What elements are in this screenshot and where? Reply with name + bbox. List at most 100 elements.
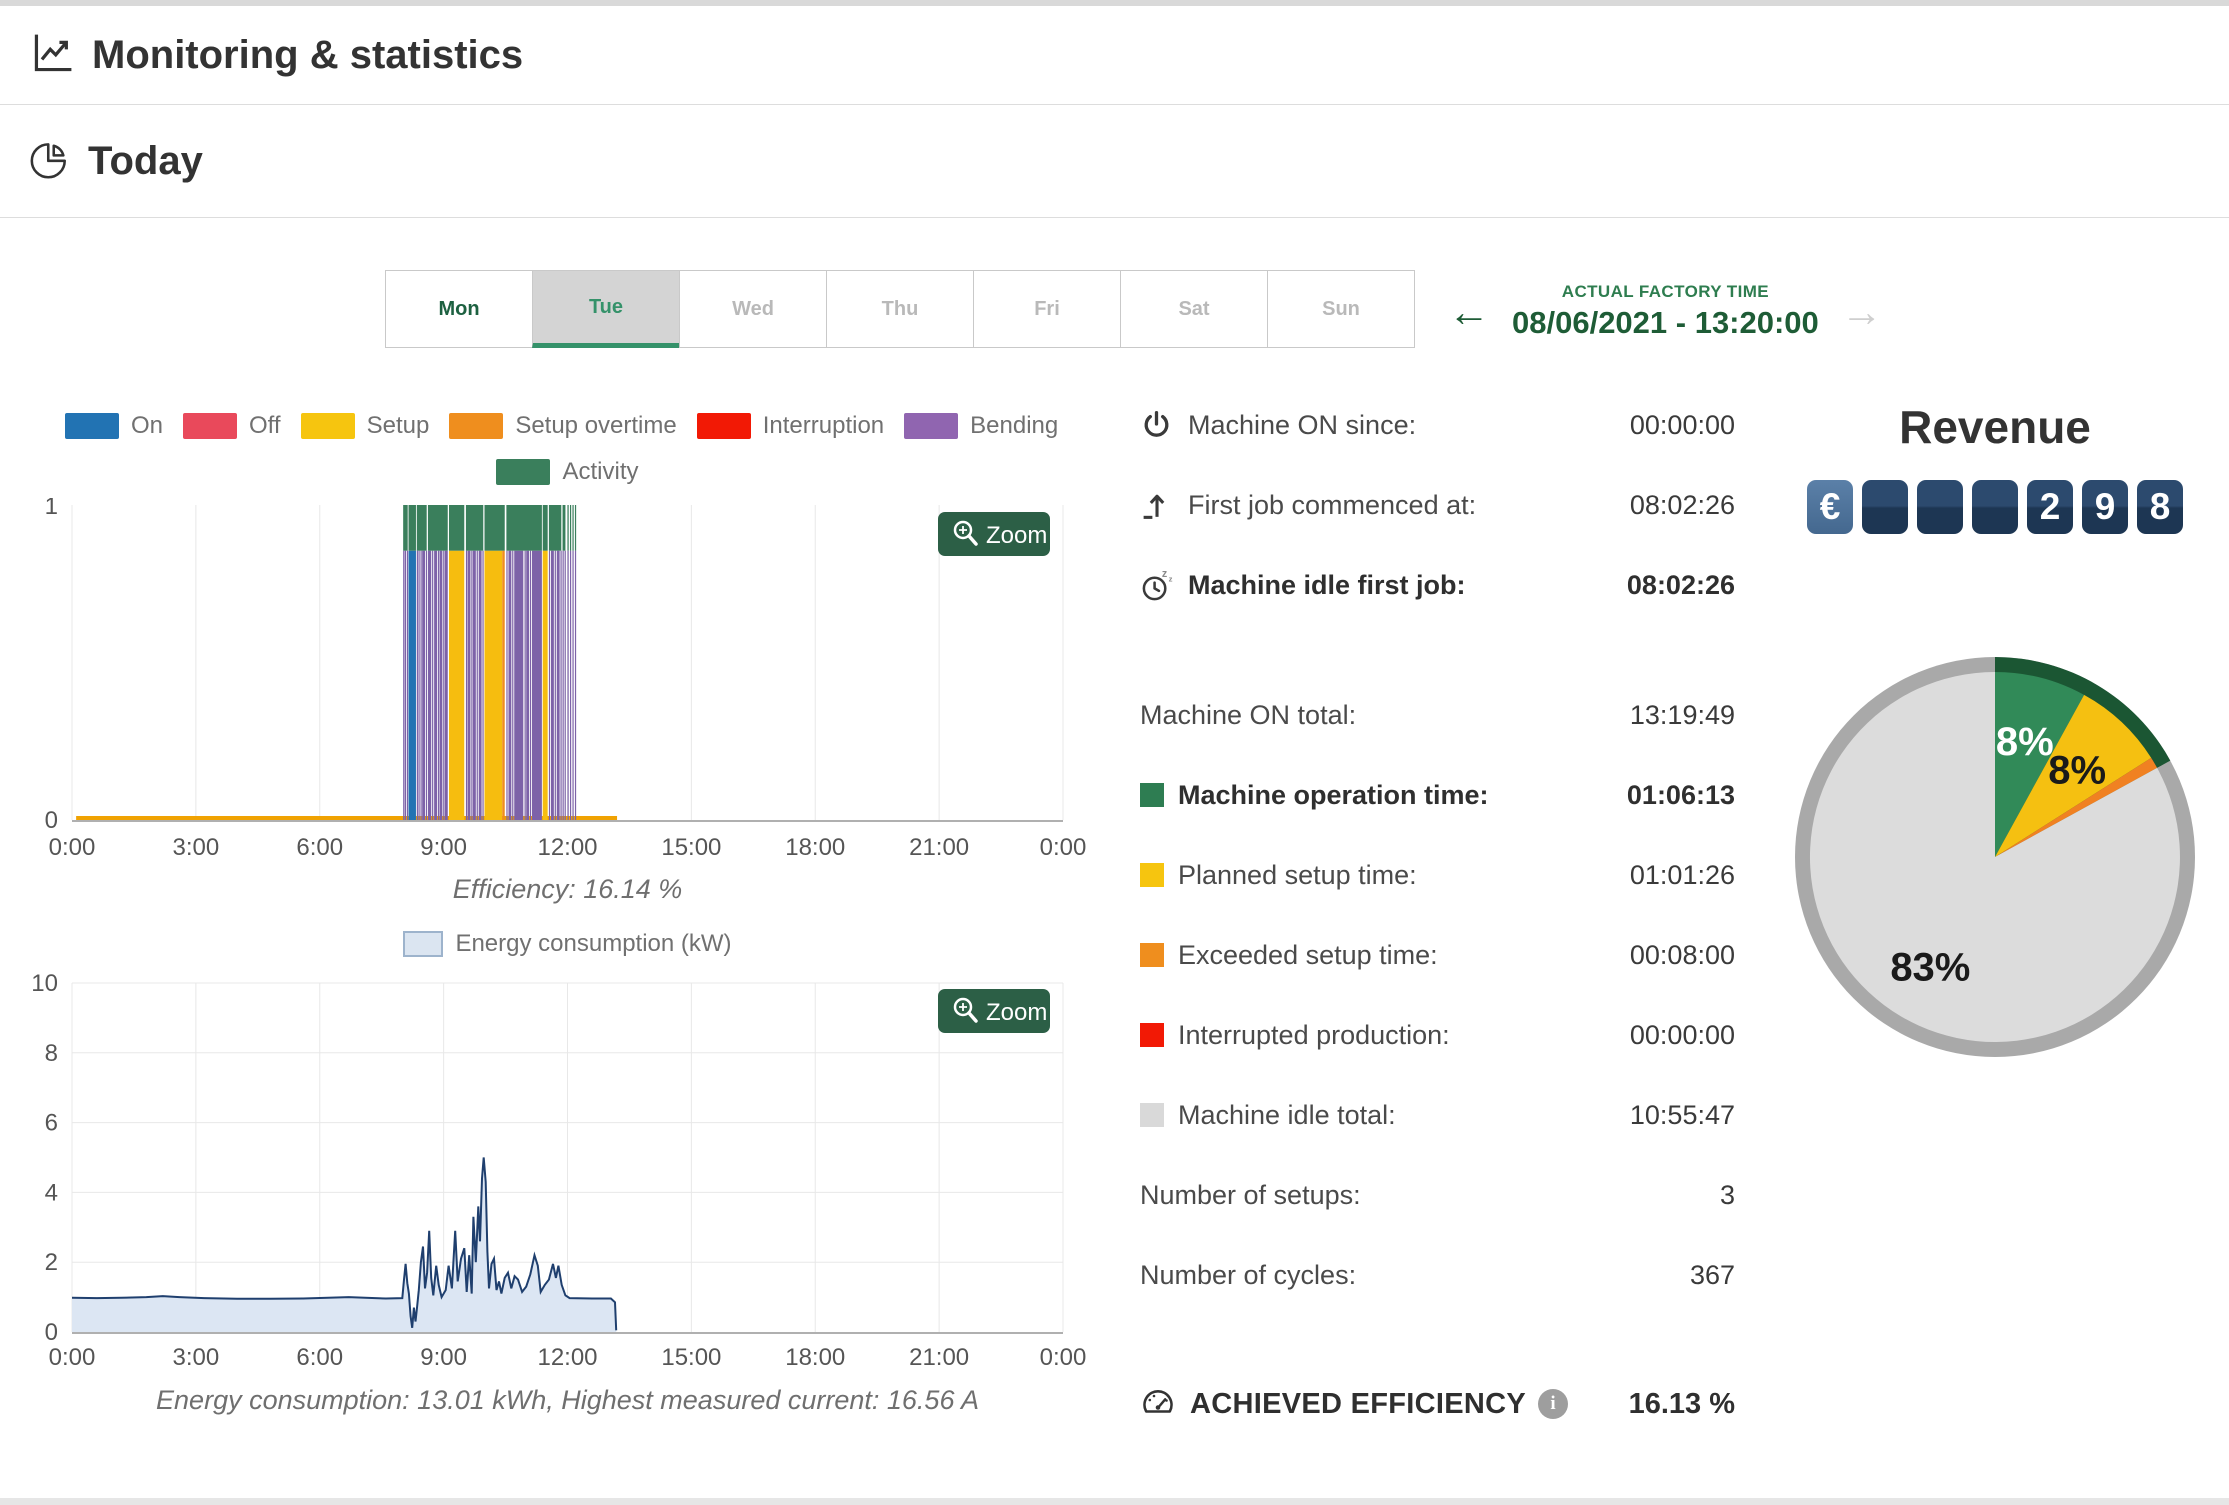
legend-on-chip [65,413,119,439]
prev-day-arrow[interactable]: ← [1448,290,1490,333]
stat-color-chip [1140,943,1164,967]
tab-fri[interactable]: Fri [973,270,1121,348]
legend-setup: Setup [300,412,429,440]
next-day-arrow[interactable]: → [1841,290,1883,333]
day-tabs: Mon Tue Wed Thu Fri Sat Sun [385,270,1415,348]
factory-time-value: 08/06/2021 - 13:20:00 [1512,305,1819,340]
legend-interruption-label: Interruption [762,412,885,439]
achieved-efficiency-value: 16.13 % [1628,1387,1735,1420]
zoom-button[interactable]: Zoom [938,989,1050,1033]
energy-legend-label: Energy consumption (kW) [455,930,732,957]
legend-on-label: On [131,412,164,439]
svg-text:Energy consumption: 13.01 kWh,: Energy consumption: 13.01 kWh, Highest m… [156,1385,979,1415]
stat-label: First job commenced at: [1188,489,1477,520]
stat-color-chip [1140,863,1164,887]
svg-text:1: 1 [45,498,58,520]
stat-value: 00:00:00 [1629,409,1735,440]
factory-time-text: ACTUAL FACTORY TIME 08/06/2021 - 13:20:0… [1512,282,1819,341]
stat-label: Machine ON total: [1140,699,1357,730]
svg-text:10: 10 [31,970,58,997]
svg-text:0: 0 [45,1319,58,1346]
stat-row-planned-setup-time: Planned setup time: 01:01:26 [1140,854,1735,896]
svg-text:2: 2 [45,1249,58,1276]
firstjob-icon [1140,489,1176,522]
tab-tue[interactable]: Tue [532,270,680,348]
power-icon [1140,409,1176,442]
svg-text:z: z [1162,568,1167,580]
stat-value: 08:02:26 [1626,569,1735,600]
svg-text:0:00: 0:00 [49,1344,96,1371]
revenue-digit-tile: 9 [2082,480,2128,534]
energy-legend-chip [403,931,444,957]
svg-text:8%: 8% [2048,749,2106,793]
today-section-header: Today [0,106,2229,218]
zoom-button[interactable]: Zoom [938,512,1050,556]
svg-text:6: 6 [45,1110,58,1137]
energy-legend: Energy consumption (kW) [72,930,1063,958]
idleclock-icon: zz [1140,568,1176,603]
stat-label: Number of cycles: [1140,1259,1357,1290]
stat-row-machine-on-total: Machine ON total: 13:19:49 [1140,694,1735,736]
stat-label: Number of setups: [1140,1179,1361,1210]
app-header: Monitoring & statistics [0,6,2229,105]
svg-text:8: 8 [45,1040,58,1067]
activity-top-band [403,505,577,551]
svg-text:Zoom: Zoom [986,522,1047,549]
revenue-digit-tile [1862,480,1908,534]
stat-value: 08:02:26 [1629,489,1735,520]
stat-label: Machine operation time: [1178,779,1489,810]
legend-bending-chip [904,413,959,439]
tab-sun[interactable]: Sun [1267,270,1415,348]
monitoring-dashboard: Monitoring & statistics Today Mon Tue Wed T… [0,0,2229,1505]
svg-text:0: 0 [45,807,58,834]
factory-time-label: ACTUAL FACTORY TIME [1561,282,1769,301]
stat-label: Machine ON since: [1188,409,1417,440]
legend-setup-overtime-chip [449,413,504,439]
stat-label: Machine idle first job: [1188,569,1466,600]
stat-color-chip [1140,1103,1164,1127]
stat-value: 13:19:49 [1629,699,1735,730]
revenue-digit-tile [1917,480,1963,534]
tab-mon[interactable]: Mon [385,270,533,348]
stat-value: 01:06:13 [1626,779,1735,810]
svg-text:3:00: 3:00 [173,834,220,861]
svg-text:0:00: 0:00 [49,834,96,861]
stat-value: 00:08:00 [1629,939,1735,970]
stat-row-first-job-commenced-at: First job commenced at: 08:02:26 [1140,484,1735,526]
svg-text:15:00: 15:00 [661,834,721,861]
info-icon[interactable]: i [1538,1389,1569,1419]
svg-text:9:00: 9:00 [420,834,467,861]
stat-row-machine-operation-time: Machine operation time: 01:06:13 [1140,774,1735,816]
achieved-efficiency-label: ACHIEVED EFFICIENCY [1190,1387,1527,1420]
line-chart-icon [30,30,76,81]
svg-text:12:00: 12:00 [537,834,597,861]
energy-area [72,1157,617,1332]
legend-off-label: Off [249,412,281,439]
pie-chart-icon [30,138,72,185]
stat-value: 00:00:00 [1629,1019,1735,1050]
tab-wed[interactable]: Wed [679,270,827,348]
stat-row-number-of-setups: Number of setups: 3 [1140,1174,1735,1216]
revenue-digit-tile: 8 [2137,480,2183,534]
legend-interruption: Interruption [696,412,885,440]
legend-off-chip [183,413,238,439]
legend-off: Off [183,412,281,440]
section-title: Today [88,139,203,183]
svg-text:Zoom: Zoom [986,999,1047,1026]
svg-text:21:00: 21:00 [909,1344,969,1371]
svg-text:3:00: 3:00 [173,1344,220,1371]
page-title: Monitoring & statistics [92,32,524,77]
gauge-icon [1140,1384,1176,1425]
revenue-odometer: €2 9 8 [1807,480,2183,534]
svg-text:0:00: 0:00 [1040,834,1087,861]
tab-thu[interactable]: Thu [826,270,974,348]
tab-sat[interactable]: Sat [1120,270,1268,348]
currency-tile: € [1807,480,1853,534]
svg-text:15:00: 15:00 [661,1344,721,1371]
legend-setup-chip [300,413,355,439]
legend-on: On [65,412,163,440]
time-distribution-pie: 8%8% 83% [1795,657,2195,1057]
svg-text:12:00: 12:00 [537,1344,597,1371]
svg-text:18:00: 18:00 [785,834,845,861]
stat-row-number-of-cycles: Number of cycles: 367 [1140,1254,1735,1296]
